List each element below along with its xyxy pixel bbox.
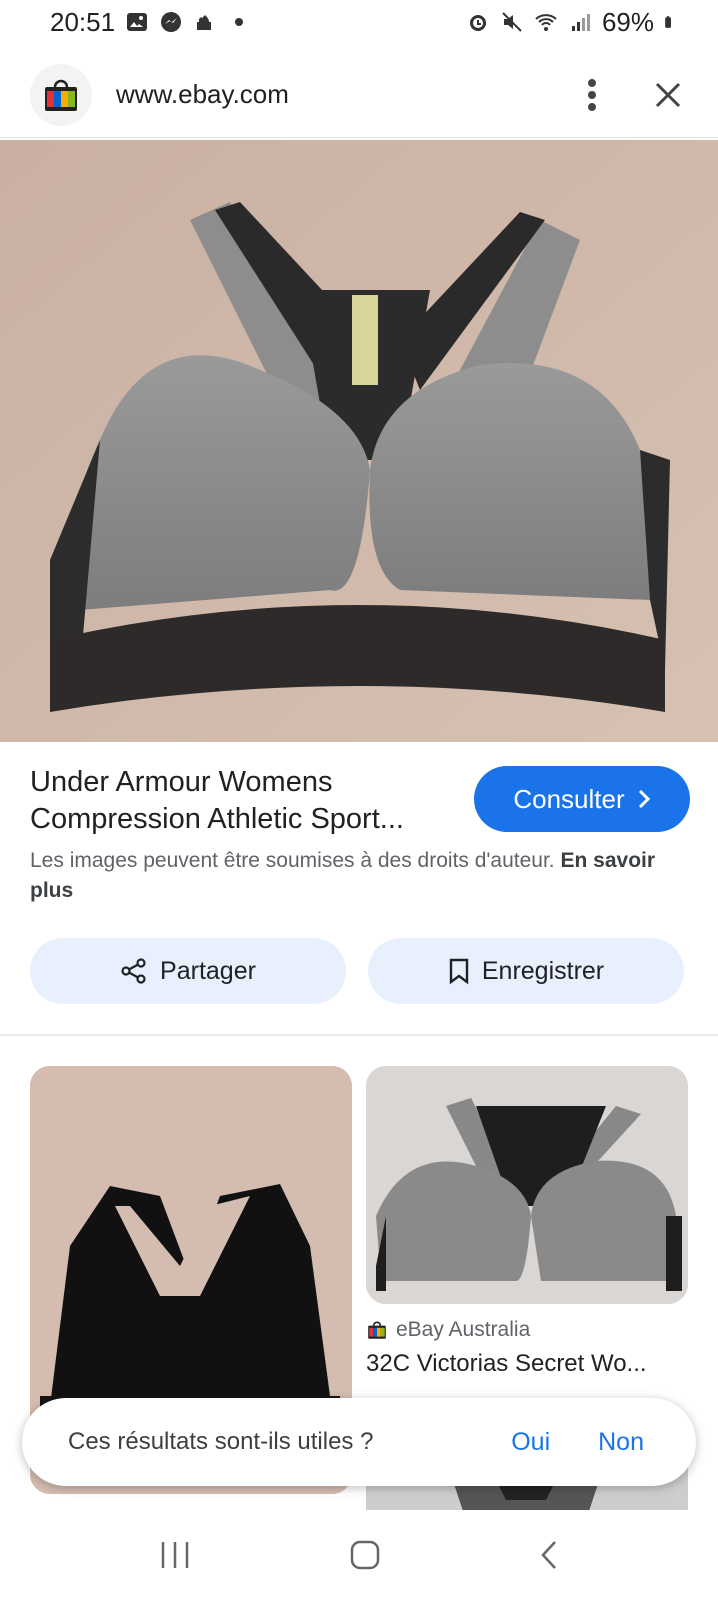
feedback-no-button[interactable]: Non [598,1428,644,1457]
home-icon[interactable] [349,1539,381,1571]
bookmark-icon [449,958,469,985]
action-buttons: Partager Enregistrer [30,938,684,1004]
status-bar: 20:51 69% [0,0,718,44]
mute-icon [502,12,522,32]
related-source-name: eBay Australia [396,1318,531,1341]
copyright-notice: Les images peuvent être soumises à des d… [30,846,695,906]
ebay-shopping-bag-icon [368,1321,386,1339]
battery-icon [665,16,671,28]
result-title[interactable]: Under Armour Womens Compression Athletic… [30,764,450,838]
result-header: Under Armour Womens Compression Athletic… [30,764,690,838]
chevron-right-icon [638,789,650,809]
more-vert-icon[interactable] [586,78,598,112]
signal-icon [571,14,590,31]
share-label: Partager [160,956,256,985]
consulter-label: Consulter [513,783,625,814]
mosque-icon [197,15,212,30]
share-button[interactable]: Partager [30,938,346,1004]
status-time: 20:51 [50,6,116,37]
copyright-text: Les images peuvent être soumises à des d… [30,849,555,872]
share-icon [121,958,146,984]
main-product-image[interactable] [0,140,718,742]
image-icon [127,13,148,31]
related-title[interactable]: 32C Victorias Secret Wo... [366,1350,688,1378]
grey-bra-image [366,1066,688,1304]
feedback-question: Ces résultats sont-ils utiles ? [68,1428,374,1455]
ebay-shopping-bag-icon [45,79,77,111]
alarm-icon [469,15,486,31]
wifi-icon [535,14,557,31]
back-icon[interactable] [539,1539,559,1571]
save-label: Enregistrer [481,956,605,985]
feedback-yes-button[interactable]: Oui [511,1428,550,1457]
system-nav-bar [0,1510,718,1600]
save-button[interactable]: Enregistrer [368,938,684,1004]
sports-bra-image [0,140,718,742]
feedback-prompt: Ces résultats sont-ils utiles ? Oui Non [22,1398,696,1486]
related-source: eBay Australia [366,1318,530,1342]
site-favicon[interactable] [30,63,92,126]
dot-icon [235,18,244,26]
battery-level: 69% [601,6,654,37]
close-icon[interactable] [654,81,682,109]
recent-apps-icon[interactable] [159,1540,191,1570]
consulter-button[interactable]: Consulter [474,766,690,832]
related-image-2[interactable] [366,1066,688,1304]
messenger-icon [161,12,182,32]
section-divider [0,1034,718,1036]
url-bar: www.ebay.com [0,52,718,138]
url-text[interactable]: www.ebay.com [116,79,289,110]
